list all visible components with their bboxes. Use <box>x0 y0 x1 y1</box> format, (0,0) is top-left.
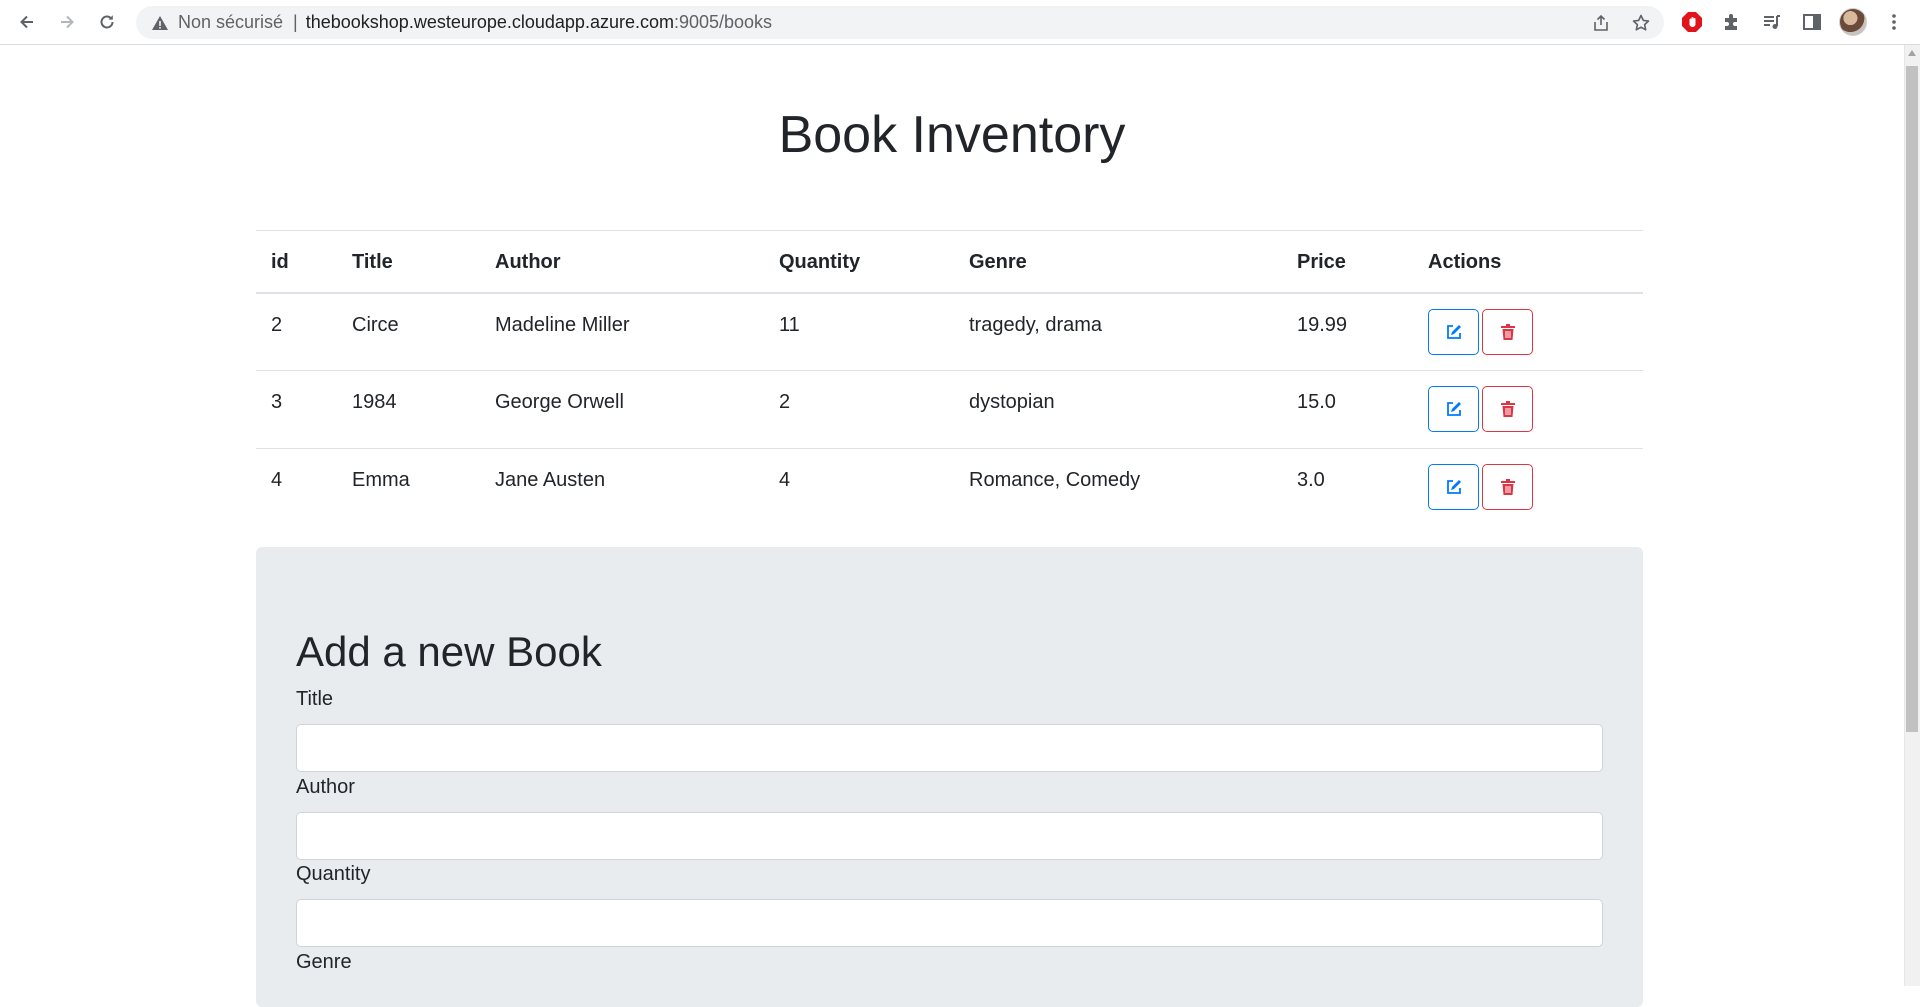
edit-button[interactable] <box>1428 308 1479 355</box>
form-heading: Add a new Book <box>296 628 602 675</box>
cell-quantity: 2 <box>779 391 791 413</box>
cell-quantity: 4 <box>779 469 791 491</box>
table-row: 3 1984 George Orwell 2 dystopian 15.0 <box>256 371 1643 449</box>
title-input[interactable] <box>296 724 1603 772</box>
address-bar[interactable]: Non sécurisé | thebookshop.westeurope.cl… <box>136 6 1664 39</box>
column-header-id: id <box>256 230 337 294</box>
reload-button[interactable] <box>91 6 123 38</box>
edit-button[interactable] <box>1428 386 1479 432</box>
warning-triangle-icon <box>150 13 170 33</box>
cell-quantity: 11 <box>779 313 800 336</box>
trash-icon <box>1500 323 1515 340</box>
trash-icon <box>1500 479 1515 495</box>
column-header-title: Title <box>337 230 480 294</box>
pencil-square-icon <box>1446 324 1461 339</box>
edit-button[interactable] <box>1428 464 1479 510</box>
share-icon[interactable] <box>1590 12 1612 34</box>
column-header-quantity: Quantity <box>764 230 954 294</box>
browser-toolbar: Non sécurisé | thebookshop.westeurope.cl… <box>0 0 1920 45</box>
reload-icon <box>100 15 114 29</box>
cell-genre: Romance, Comedy <box>969 469 1141 491</box>
cell-id: 3 <box>271 391 283 413</box>
pencil-square-icon <box>1446 402 1461 416</box>
cell-title: Circe <box>352 313 399 336</box>
scroll-up-arrow-icon[interactable] <box>1908 50 1916 56</box>
page-title: Book Inventory <box>778 106 1126 164</box>
arrow-left-icon <box>20 15 33 29</box>
column-header-genre: Genre <box>954 230 1282 294</box>
cell-author: Jane Austen <box>495 469 606 491</box>
profile-avatar[interactable] <box>1839 8 1867 36</box>
side-panel-icon[interactable] <box>1800 10 1824 34</box>
adblock-extension-icon[interactable] <box>1680 10 1704 34</box>
url-host: thebookshop.westeurope.cloudapp.azure.co… <box>305 12 674 32</box>
delete-button[interactable] <box>1482 386 1533 432</box>
trash-icon <box>1500 401 1515 417</box>
table-row: 4 Emma Jane Austen 4 Romance, Comedy 3.0 <box>256 449 1643 527</box>
scrollbar-thumb[interactable] <box>1906 66 1918 732</box>
table-row: 2 Circe Madeline Miller 11 tragedy, dram… <box>256 293 1643 371</box>
forward-button[interactable] <box>51 6 83 38</box>
add-book-form: Add a new Book Title Author Quantity Gen… <box>256 547 1643 1007</box>
puzzle-extensions-icon[interactable] <box>1720 10 1744 34</box>
author-input[interactable] <box>296 812 1603 860</box>
url-path: :9005/books <box>673 12 773 32</box>
cell-id: 4 <box>271 469 283 491</box>
delete-button[interactable] <box>1482 464 1533 510</box>
quantity-input[interactable] <box>296 899 1603 947</box>
cell-genre: dystopian <box>969 391 1055 413</box>
column-header-price: Price <box>1282 230 1413 294</box>
pencil-square-icon <box>1446 480 1461 494</box>
url-separator: | <box>293 12 298 32</box>
quantity-label: Quantity <box>296 863 371 885</box>
cell-actions <box>1413 293 1643 371</box>
cell-author: George Orwell <box>495 391 624 413</box>
cell-price: 19.99 <box>1297 313 1348 336</box>
back-button[interactable] <box>11 6 43 38</box>
arrow-right-icon <box>61 15 74 29</box>
cell-id: 2 <box>271 313 283 336</box>
cell-price: 3.0 <box>1297 469 1325 491</box>
cell-title: Emma <box>352 469 410 491</box>
cell-title: 1984 <box>352 391 397 413</box>
kebab-menu-icon[interactable] <box>1882 10 1906 34</box>
cell-price: 15.0 <box>1297 391 1336 413</box>
media-queue-icon[interactable] <box>1760 10 1784 34</box>
security-label[interactable]: Non sécurisé <box>178 12 283 33</box>
book-table: id Title Author Quantity Genre Price Act… <box>256 230 1643 527</box>
delete-button[interactable] <box>1482 308 1533 355</box>
author-label: Author <box>296 776 355 798</box>
table-header-row: id Title Author Quantity Genre Price Act… <box>256 230 1643 294</box>
title-label: Title <box>296 688 334 710</box>
cell-author: Madeline Miller <box>495 313 630 336</box>
genre-label: Genre <box>296 951 352 973</box>
cell-actions <box>1413 449 1643 527</box>
bookmark-star-icon[interactable] <box>1630 12 1652 34</box>
column-header-actions: Actions <box>1413 230 1643 294</box>
cell-genre: tragedy, drama <box>969 313 1103 336</box>
column-header-author: Author <box>480 230 764 294</box>
cell-actions <box>1413 371 1643 449</box>
